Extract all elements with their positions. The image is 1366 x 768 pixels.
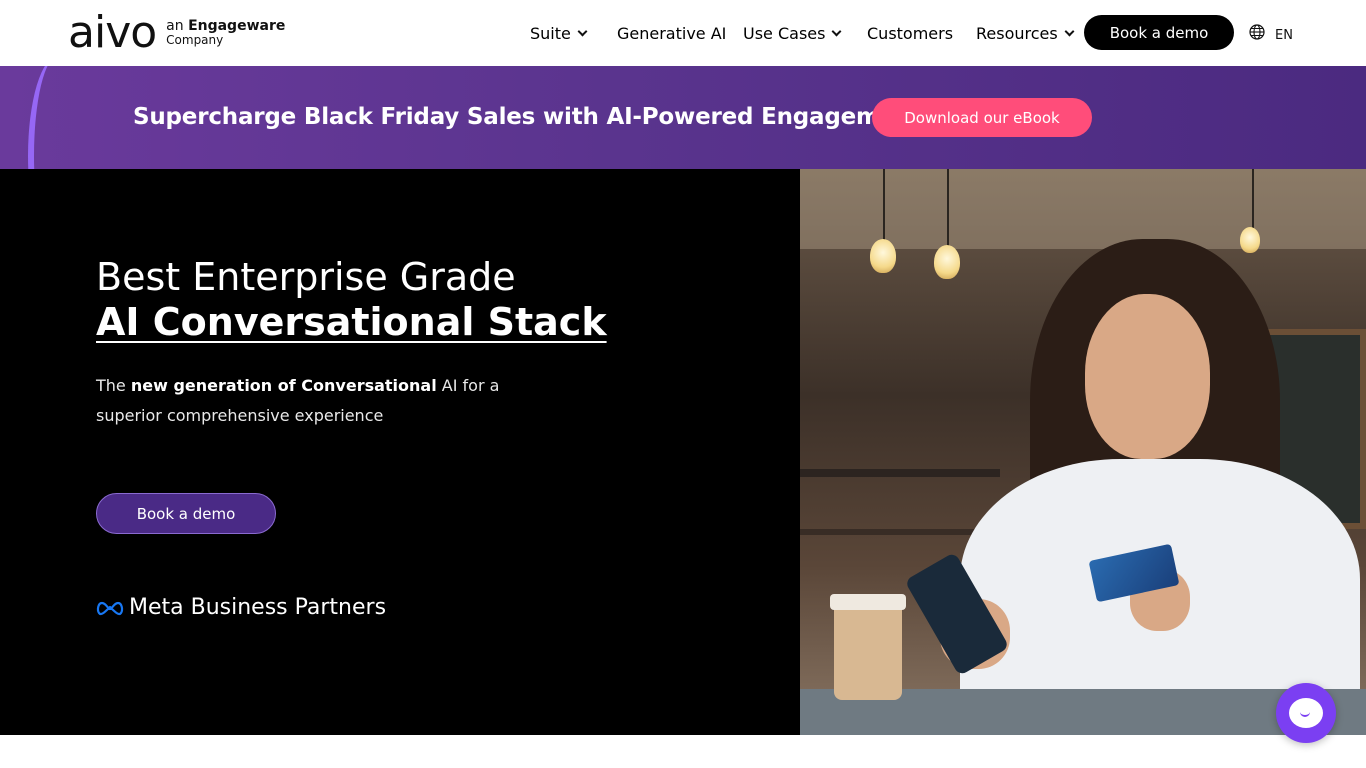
hero-image: [800, 169, 1366, 735]
logo-wordmark: aivo: [68, 7, 157, 58]
globe-icon[interactable]: [1249, 24, 1265, 40]
meta-logo-icon: [96, 601, 124, 615]
logo-tagline-prefix: an: [166, 18, 189, 35]
hero-subtitle: The new generation of Conversational AI …: [96, 371, 516, 431]
coffee-cup: [834, 604, 902, 700]
coffee-cup-lid: [830, 594, 906, 610]
logo-tagline-brand: Engageware: [188, 18, 286, 35]
meta-partner-label: Meta Business Partners: [129, 595, 387, 620]
book-demo-nav-button[interactable]: Book a demo: [1084, 15, 1234, 50]
shelf: [800, 529, 980, 535]
language-selector[interactable]: EN: [1275, 28, 1293, 43]
nav-resources[interactable]: Resources: [976, 23, 1075, 43]
lamp-bulb: [870, 239, 896, 273]
hero-section: Best Enterprise Grade AI Conversational …: [0, 169, 1366, 735]
nav-customers[interactable]: Customers: [867, 23, 954, 43]
nav-use-cases-label: Use Cases: [743, 23, 826, 43]
logo-tagline: an Engageware Company: [166, 19, 285, 46]
shelf: [800, 469, 1000, 477]
nav-use-cases[interactable]: Use Cases: [743, 23, 842, 43]
chat-bubble-icon: [1289, 698, 1323, 728]
chevron-down-icon: [577, 26, 588, 36]
chat-launcher-button[interactable]: [1276, 683, 1336, 743]
hero-subtitle-pre: The: [96, 376, 131, 395]
nav-resources-label: Resources: [976, 23, 1058, 43]
nav-suite[interactable]: Suite: [530, 23, 588, 43]
lamp-wire: [883, 169, 885, 241]
logo-tagline-company: Company: [166, 33, 224, 48]
banner-title: Supercharge Black Friday Sales with AI-P…: [133, 104, 923, 130]
lamp-wire: [1252, 169, 1254, 229]
nav-suite-label: Suite: [530, 23, 571, 43]
banner-decoration: [28, 66, 88, 169]
lamp-wire: [947, 169, 949, 247]
promo-banner: Supercharge Black Friday Sales with AI-P…: [0, 66, 1366, 169]
hero-subtitle-bold: new generation of Conversational: [130, 376, 437, 395]
hero-title-line2: AI Conversational Stack: [96, 300, 607, 344]
lamp-bulb: [1240, 227, 1260, 253]
hero-title-line1: Best Enterprise Grade: [96, 255, 516, 299]
nav-generative-ai[interactable]: Generative AI: [617, 23, 727, 43]
download-ebook-button[interactable]: Download our eBook: [872, 98, 1092, 137]
meta-partner-badge: Meta Business Partners: [96, 595, 386, 620]
nav-customers-label: Customers: [867, 23, 954, 43]
site-header: aivo an Engageware Company Suite Generat…: [0, 0, 1366, 66]
woman-face: [1085, 294, 1210, 459]
chevron-down-icon: [1064, 26, 1075, 36]
hero-content: Best Enterprise Grade AI Conversational …: [0, 169, 800, 735]
lamp-bulb: [934, 245, 960, 279]
book-demo-hero-button[interactable]: Book a demo: [96, 493, 276, 534]
aivo-logo[interactable]: aivo an Engageware Company: [68, 7, 285, 58]
nav-generative-ai-label: Generative AI: [617, 23, 727, 43]
chevron-down-icon: [832, 26, 842, 36]
